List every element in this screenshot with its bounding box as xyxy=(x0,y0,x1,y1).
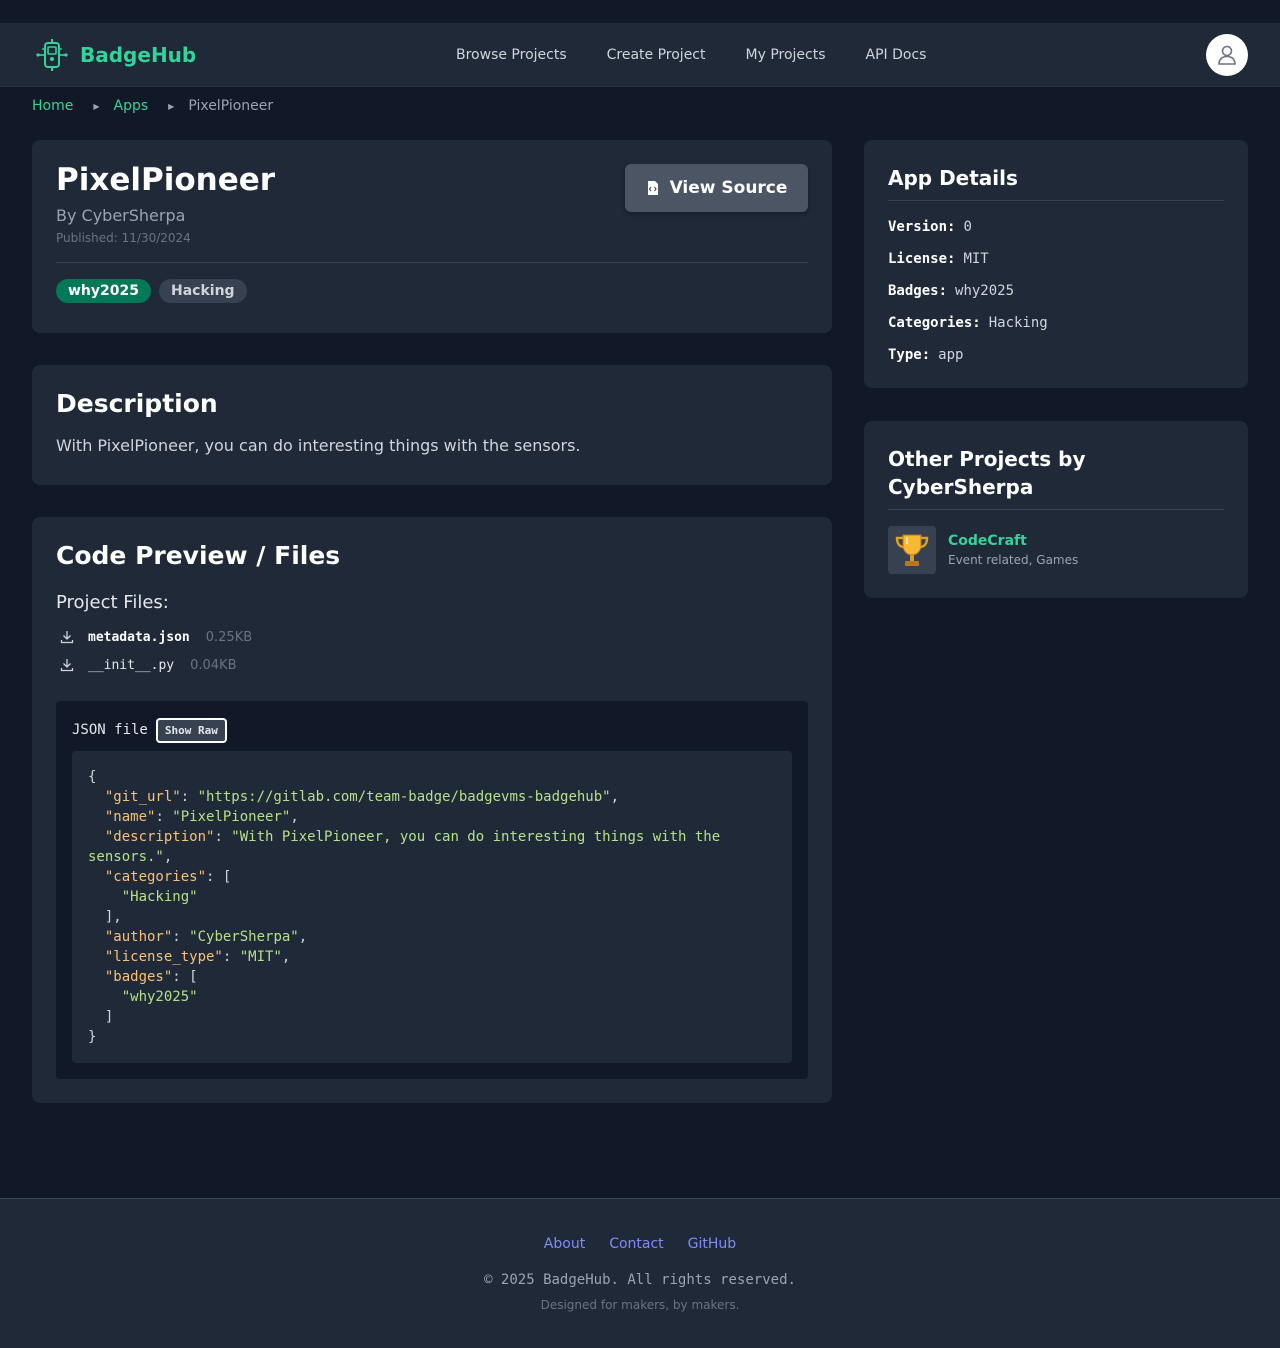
detail-value: MIT xyxy=(963,251,989,267)
top-header: BadgeHub Browse Projects Create Project … xyxy=(0,23,1280,87)
app-details-heading: App Details xyxy=(888,166,1018,190)
app-header-card: PixelPioneer By CyberSherpa Published: 1… xyxy=(32,140,832,333)
divider xyxy=(888,509,1224,510)
view-source-button[interactable]: View Source xyxy=(625,164,808,212)
tag-category[interactable]: Hacking xyxy=(159,279,247,303)
file-row[interactable]: __init__.py 0.04KB xyxy=(56,651,808,679)
other-projects-heading: Other Projects by CyberSherpa xyxy=(888,447,1086,499)
detail-badges: Badges: why2025 xyxy=(888,275,1224,307)
main-nav: Browse Projects Create Project My Projec… xyxy=(456,23,926,87)
other-projects-card: Other Projects by CyberSherpa CodeCraft … xyxy=(864,421,1248,598)
footer-tagline: Designed for makers, by makers. xyxy=(540,1298,740,1312)
project-categories: Event related, Games xyxy=(948,553,1079,567)
file-list: metadata.json 0.25KB __init__.py 0.04KB xyxy=(56,623,808,679)
published-date: Published: 11/30/2024 xyxy=(56,231,191,245)
detail-label: Version: xyxy=(888,219,956,235)
badge-logo-icon xyxy=(36,39,68,71)
detail-value: why2025 xyxy=(955,283,1015,299)
footer-link-about[interactable]: About xyxy=(544,1236,585,1252)
breadcrumb-home[interactable]: Home xyxy=(32,98,73,114)
detail-label: License: xyxy=(888,251,956,267)
divider xyxy=(888,200,1224,201)
show-raw-button[interactable]: Show Raw xyxy=(155,717,227,743)
divider xyxy=(56,262,808,263)
nav-browse-projects[interactable]: Browse Projects xyxy=(456,47,567,63)
project-link-codecraft[interactable]: CodeCraft Event related, Games xyxy=(888,526,1224,574)
breadcrumb: Home ▶ Apps ▶ PixelPioneer xyxy=(32,97,273,115)
detail-value: app xyxy=(938,347,964,363)
detail-type: Type: app xyxy=(888,339,1224,371)
user-icon xyxy=(1218,45,1236,65)
file-code-icon xyxy=(647,181,658,195)
detail-label: Badges: xyxy=(888,283,948,299)
project-files-label: Project Files: xyxy=(56,592,169,613)
download-icon[interactable] xyxy=(60,630,84,644)
detail-version: Version: 0 xyxy=(888,211,1224,243)
code-preview-heading: Code Preview / Files xyxy=(56,541,341,570)
breadcrumb-apps[interactable]: Apps xyxy=(114,98,149,114)
brand-logo-link[interactable]: BadgeHub xyxy=(34,37,196,73)
download-icon[interactable] xyxy=(60,658,84,672)
trophy-icon xyxy=(888,526,936,574)
file-type-label: JSON file xyxy=(72,722,148,738)
nav-create-project[interactable]: Create Project xyxy=(607,47,706,63)
file-name[interactable]: metadata.json xyxy=(88,630,190,645)
footer-link-contact[interactable]: Contact xyxy=(609,1236,663,1252)
description-heading: Description xyxy=(56,389,218,418)
page-footer: About Contact GitHub © 2025 BadgeHub. Al… xyxy=(0,1198,1280,1348)
breadcrumb-current: PixelPioneer xyxy=(188,98,274,114)
copyright-text: © 2025 BadgeHub. All rights reserved. xyxy=(484,1272,796,1288)
detail-categories: Categories: Hacking xyxy=(888,307,1224,339)
footer-links: About Contact GitHub xyxy=(0,1236,1280,1252)
file-row[interactable]: metadata.json 0.25KB xyxy=(56,623,808,651)
project-name[interactable]: CodeCraft xyxy=(948,533,1078,549)
nav-api-docs[interactable]: API Docs xyxy=(866,47,927,63)
file-size: 0.04KB xyxy=(190,657,237,673)
tag-badge[interactable]: why2025 xyxy=(56,279,151,303)
view-source-label: View Source xyxy=(669,178,788,198)
chevron-right-icon: ▶ xyxy=(168,101,175,111)
detail-label: Type: xyxy=(888,347,931,363)
brand-name: BadgeHub xyxy=(80,43,197,67)
app-details-card: App Details Version: 0 License: MIT Badges… xyxy=(864,140,1248,388)
detail-value: 0 xyxy=(963,219,972,235)
nav-my-projects[interactable]: My Projects xyxy=(746,47,826,63)
code-preview-card: Code Preview / Files Project Files: meta… xyxy=(32,517,832,1103)
viewer-header: JSON file Show Raw xyxy=(72,717,792,743)
description-text: With PixelPioneer, you can do interestin… xyxy=(56,436,581,455)
detail-label: Categories: xyxy=(888,315,981,331)
detail-license: License: MIT xyxy=(888,243,1224,275)
file-viewer: JSON file Show Raw { "git_url": "https:/… xyxy=(56,701,808,1079)
json-code-block: { "git_url": "https://gitlab.com/team-ba… xyxy=(72,751,792,1063)
detail-value: Hacking xyxy=(988,315,1048,331)
description-card: Description With PixelPioneer, you can d… xyxy=(32,365,832,485)
file-name[interactable]: __init__.py xyxy=(88,658,174,673)
user-avatar-button[interactable] xyxy=(1206,34,1248,76)
tag-list: why2025 Hacking xyxy=(56,279,808,303)
file-size: 0.25KB xyxy=(205,629,253,645)
chevron-right-icon: ▶ xyxy=(93,101,100,111)
footer-link-github[interactable]: GitHub xyxy=(688,1236,737,1252)
